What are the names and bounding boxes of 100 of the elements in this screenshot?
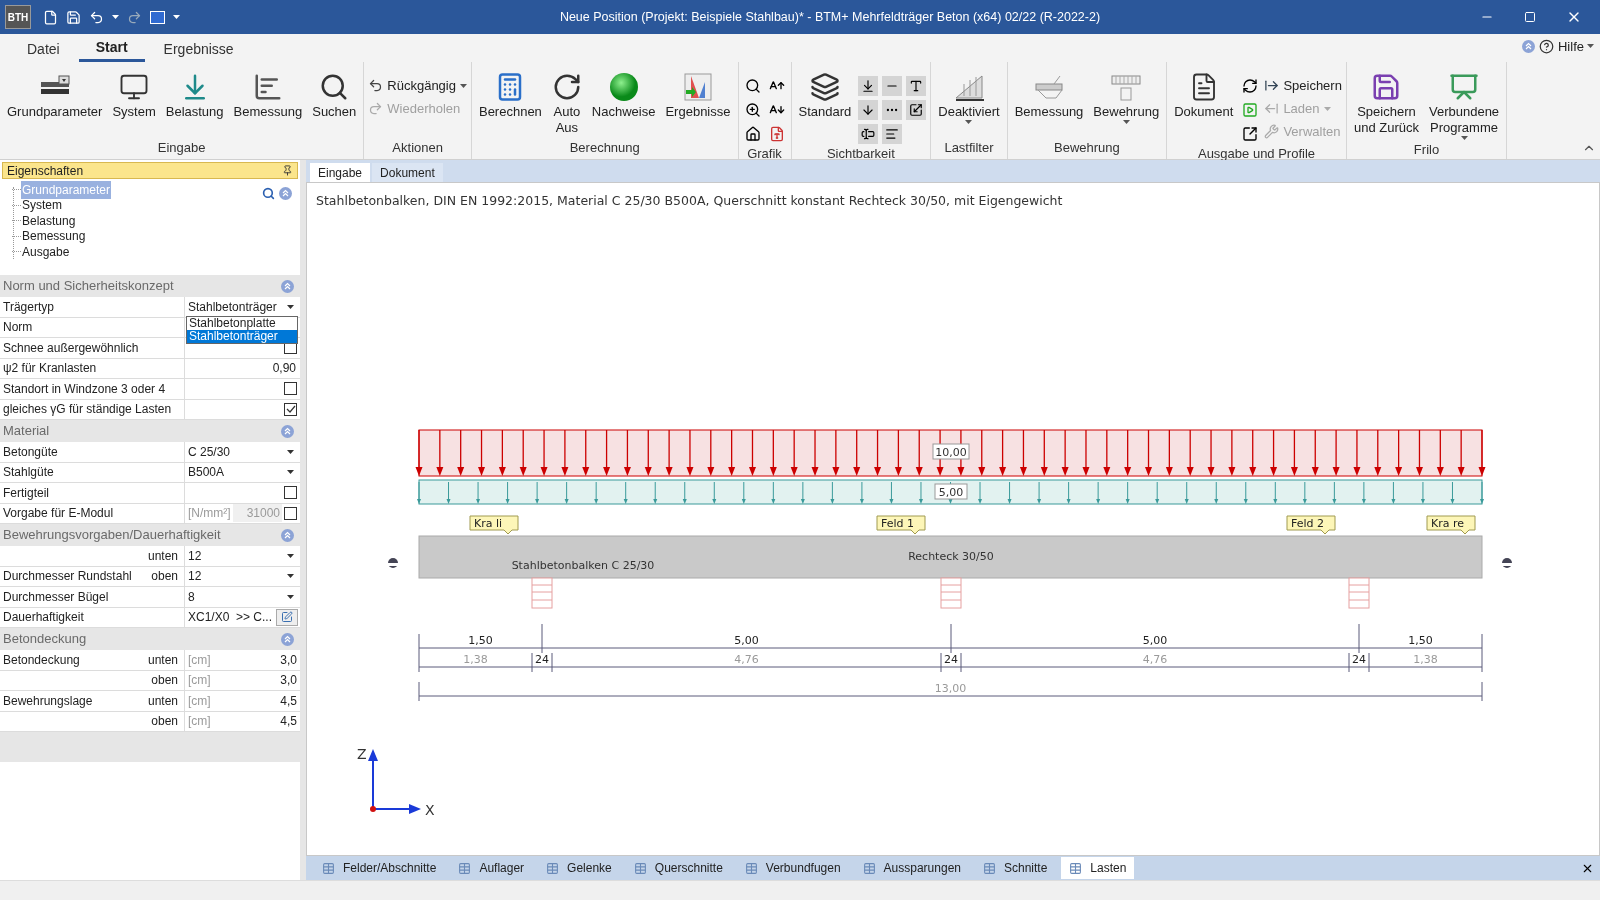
- ribbon-button[interactable]: Grundparameter: [4, 70, 106, 120]
- end-symbol-icon: [387, 557, 399, 568]
- property-label: ψ2 für Kranlasten: [3, 360, 97, 378]
- ribbon-button[interactable]: Deaktiviert: [935, 70, 1003, 124]
- marker-label: Kra re: [1426, 515, 1476, 535]
- ribbon-button[interactable]: Speichern und Zurück: [1350, 70, 1422, 136]
- ribbon-button[interactable]: Nachweise: [588, 70, 659, 120]
- section-header[interactable]: Bewehrungsvorgaben/Dauerhaftigkeit: [0, 524, 300, 546]
- section-title: Bewehrungsvorgaben/Dauerhaftigkeit: [3, 526, 221, 545]
- ribbon-tab[interactable]: Datei: [10, 36, 77, 62]
- toolbar-button[interactable]: [861, 79, 876, 93]
- bottom-tab[interactable]: Aussparungen: [854, 857, 969, 879]
- ribbon-button[interactable]: Standard: [795, 70, 855, 120]
- undo-icon: [89, 9, 104, 25]
- label-toggle-icon: [861, 127, 876, 141]
- marker-label: Kra li: [469, 515, 519, 535]
- document-tab[interactable]: Dokument: [372, 163, 443, 182]
- layers-icon: [809, 72, 840, 102]
- caret-icon: [287, 553, 294, 558]
- axis-label: Z: [357, 745, 367, 762]
- section-title: Betondeckung: [3, 630, 87, 649]
- number-field[interactable]: 4,5: [280, 691, 297, 710]
- dimension-label: 1,50: [1408, 633, 1433, 647]
- refresh-icon: [1242, 78, 1259, 94]
- bottom-tab[interactable]: Auflager: [450, 857, 533, 879]
- ribbon-button[interactable]: Dokument: [1171, 70, 1237, 120]
- property-label: Durchmesser Bügel: [3, 588, 109, 606]
- ribbon-group-label: Sichtbarkeit: [825, 145, 896, 163]
- ribbon-button[interactable]: Verbundene Programme: [1425, 70, 1503, 140]
- support-drawing: [531, 577, 553, 609]
- edit-button[interactable]: [276, 608, 298, 626]
- property-label: Dauerhaftigkeit: [3, 609, 84, 627]
- ribbon-button[interactable]: System: [109, 70, 159, 120]
- bottom-tab[interactable]: Schnitte: [975, 857, 1056, 879]
- toolbar-button[interactable]: [744, 78, 761, 94]
- section-header[interactable]: Betondeckung: [0, 628, 300, 650]
- beam-label: Stahlbetonbalken C 25/30: [511, 558, 655, 572]
- app-logo: BTH: [5, 5, 31, 29]
- toolbar-button[interactable]: [909, 79, 924, 93]
- section-header[interactable]: Norm und Sicherheitskonzept: [0, 275, 300, 297]
- ribbon-button[interactable]: Suchen: [309, 70, 360, 120]
- checkbox[interactable]: [284, 402, 297, 416]
- number-field[interactable]: 4,5: [280, 712, 297, 731]
- help-button[interactable]: Hilfe: [1558, 36, 1594, 56]
- number-field[interactable]: 0,90: [185, 359, 300, 378]
- caret-icon: [287, 594, 294, 599]
- toolbar-button[interactable]: [909, 103, 924, 117]
- property-label: Trägertyp: [3, 298, 54, 316]
- ribbon-button[interactable]: Berechnen: [475, 70, 545, 120]
- table-icon: [983, 861, 996, 875]
- checkbox[interactable]: [284, 486, 297, 500]
- text-document-icon: [768, 126, 785, 142]
- dropdown-option[interactable]: Stahlbetonplatte: [187, 317, 297, 330]
- document-tab[interactable]: Eingabe: [310, 163, 371, 182]
- property-label: Durchmesser Rundstahl: [3, 568, 132, 586]
- ribbon-group-label: Eingabe: [156, 138, 207, 157]
- ribbon-button[interactable]: Ergebnisse: [662, 70, 734, 120]
- unit-label: [cm]: [188, 713, 211, 731]
- bottom-tab[interactable]: Gelenke: [538, 857, 620, 879]
- bottom-tab[interactable]: Lasten: [1061, 857, 1135, 879]
- ribbon-button[interactable]: Bewehrung: [1090, 70, 1163, 124]
- ribbon-button[interactable]: Speichern: [1264, 76, 1342, 95]
- property-sublabel: oben: [151, 713, 178, 731]
- checkbox[interactable]: [284, 382, 297, 396]
- zoom-in-icon: [744, 102, 761, 118]
- ribbon-button[interactable]: Bemessung: [1011, 70, 1087, 120]
- bottom-tab[interactable]: Felder/Abschnitte: [314, 857, 445, 879]
- load-profile-icon: [1264, 101, 1280, 116]
- bottom-tab[interactable]: Verbundfugen: [736, 857, 849, 879]
- caret-icon: [287, 304, 294, 309]
- ribbon-button[interactable]: Belastung: [162, 70, 227, 120]
- number-field[interactable]: 3,0: [280, 650, 297, 669]
- frame-icon: [119, 72, 150, 102]
- text-icon: [909, 79, 924, 93]
- bottom-tab[interactable]: Querschnitte: [625, 857, 731, 879]
- property-sublabel: oben: [151, 568, 178, 586]
- dimension-label: 5,00: [1142, 633, 1168, 647]
- zoom-icon: [744, 78, 761, 94]
- toolbar-button[interactable]: [1242, 126, 1259, 142]
- toolbar-button[interactable]: [1242, 78, 1259, 94]
- property-label: Fertigteil: [3, 484, 49, 502]
- number-field[interactable]: 3,0: [280, 671, 297, 690]
- toolbar-button[interactable]: [885, 127, 900, 141]
- property-label: Betongüte: [3, 443, 58, 461]
- dimension-label: 1,38: [463, 652, 488, 666]
- dropdown-option[interactable]: Stahlbetonträger: [187, 330, 297, 343]
- unit-label: [cm]: [188, 651, 211, 669]
- ribbon-button[interactable]: Rückgängig: [368, 76, 467, 95]
- unit-label: [cm]: [188, 672, 211, 690]
- toolbar-button[interactable]: [861, 127, 876, 141]
- toolbar-button[interactable]: [744, 126, 761, 142]
- property-label: Norm: [3, 319, 33, 337]
- ribbon-group-label: Bewehrung: [1053, 138, 1121, 157]
- unit-label: [cm]: [188, 692, 211, 710]
- toolbar-button[interactable]: [744, 102, 761, 118]
- ribbon-button[interactable]: Bemessung: [230, 70, 306, 120]
- ribbon-button[interactable]: Auto Aus: [548, 70, 585, 136]
- ribbon-tab[interactable]: Ergebnisse: [146, 36, 251, 62]
- section-header[interactable]: Material: [0, 420, 300, 442]
- checkbox[interactable]: [284, 506, 297, 520]
